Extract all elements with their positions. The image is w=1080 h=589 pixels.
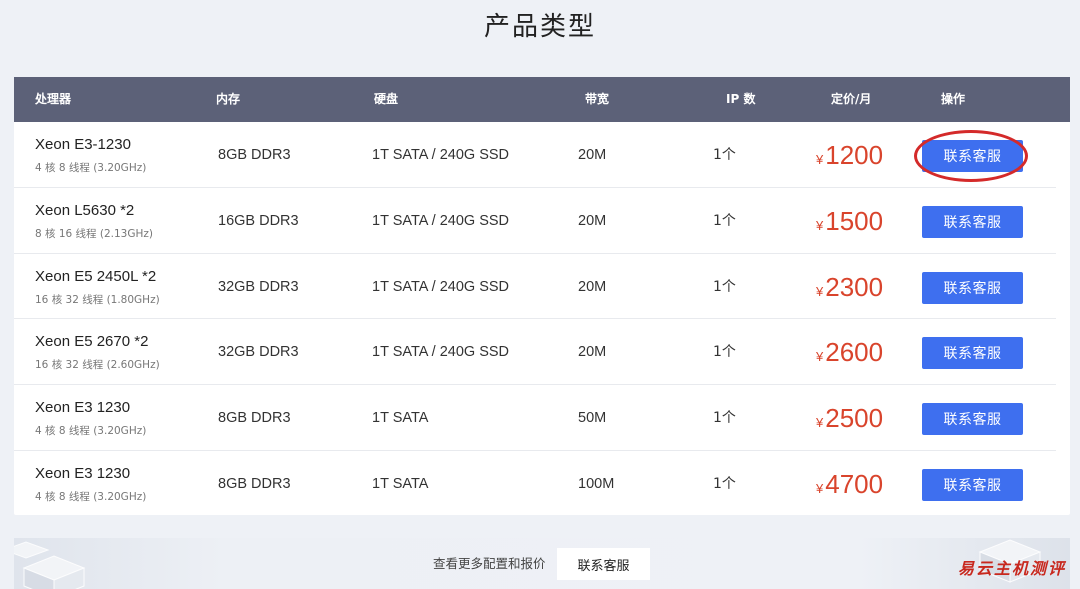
price-cell: ¥1500	[816, 188, 883, 259]
ip-cell: 1个	[713, 410, 736, 427]
table-body: Xeon E3-1230 4 核 8 线程 (3.20GHz) 8GB DDR3…	[14, 122, 1070, 517]
ip-cell: 1个	[713, 278, 736, 295]
cpu-detail: 16 核 32 线程 (2.60GHz)	[35, 359, 160, 372]
contact-support-button[interactable]: 联系客服	[922, 337, 1023, 370]
price-cell: ¥4700	[816, 451, 883, 522]
memory-cell: 8GB DDR3	[218, 147, 291, 163]
cpu-detail: 8 核 16 线程 (2.13GHz)	[35, 227, 154, 240]
bandwidth-cell: 20M	[578, 147, 607, 163]
table-header: 处理器 内存 硬盘 带宽 IP 数 定价/月 操作	[14, 77, 1070, 122]
currency-symbol: ¥	[816, 283, 824, 299]
cpu-detail: 4 核 8 线程 (3.20GHz)	[35, 425, 147, 438]
table-row: Xeon E3 1230 4 核 8 线程 (3.20GHz) 8GB DDR3…	[14, 385, 1056, 451]
price-cell: ¥1200	[816, 122, 883, 193]
currency-symbol: ¥	[816, 415, 824, 431]
disk-cell: 1T SATA / 240G SSD	[372, 147, 510, 163]
contact-support-button[interactable]: 联系客服	[922, 140, 1023, 172]
price-value: 4700	[825, 468, 884, 499]
price-cell: ¥2500	[816, 385, 883, 456]
disk-cell: 1T SATA / 240G SSD	[372, 212, 510, 229]
table-row: Xeon L5630 *2 8 核 16 线程 (2.13GHz) 16GB D…	[14, 188, 1056, 254]
more-quotes-text: 查看更多配置和报价	[433, 556, 546, 571]
price-cell: ¥2300	[816, 254, 883, 325]
page-title: 产品类型	[483, 12, 596, 42]
bandwidth-cell: 20M	[578, 212, 607, 229]
product-table: 处理器 内存 硬盘 带宽 IP 数 定价/月 操作 Xeon E3-1230 4…	[14, 77, 1070, 515]
contact-support-button[interactable]: 联系客服	[922, 271, 1023, 304]
memory-cell: 16GB DDR3	[218, 212, 299, 229]
cpu-name: Xeon E3 1230	[35, 464, 131, 482]
memory-cell: 32GB DDR3	[218, 344, 299, 361]
disk-cell: 1T SATA	[372, 410, 429, 427]
table-row: Xeon E3 1230 4 核 8 线程 (3.20GHz) 8GB DDR3…	[14, 451, 1056, 517]
bandwidth-cell: 20M	[578, 344, 607, 361]
ip-cell: 1个	[713, 344, 736, 361]
cpu-name: Xeon E3 1230	[35, 399, 131, 417]
table-row: Xeon E5 2450L *2 16 核 32 线程 (1.80GHz) 32…	[14, 254, 1056, 320]
contact-support-button[interactable]: 联系客服	[922, 403, 1023, 436]
bandwidth-cell: 20M	[578, 278, 607, 295]
currency-symbol: ¥	[816, 480, 824, 496]
memory-cell: 8GB DDR3	[218, 410, 291, 427]
table-row: Xeon E5 2670 *2 16 核 32 线程 (2.60GHz) 32G…	[14, 319, 1056, 386]
header-bandwidth: 带宽	[585, 92, 610, 106]
decorative-cubes-left	[14, 538, 144, 589]
currency-symbol: ¥	[816, 152, 824, 167]
contact-support-button[interactable]: 联系客服	[922, 205, 1023, 238]
bandwidth-cell: 100M	[578, 475, 615, 492]
ip-cell: 1个	[713, 475, 736, 492]
header-cpu: 处理器	[35, 92, 72, 106]
header-memory: 内存	[216, 92, 241, 106]
bandwidth-cell: 50M	[578, 410, 607, 427]
header-price: 定价/月	[831, 92, 872, 106]
cpu-detail: 16 核 32 线程 (1.80GHz)	[35, 293, 160, 306]
header-disk: 硬盘	[374, 92, 399, 106]
cpu-name: Xeon L5630 *2	[35, 201, 135, 219]
price-value: 2500	[825, 403, 884, 434]
disk-cell: 1T SATA	[372, 475, 429, 492]
ip-cell: 1个	[713, 147, 736, 163]
cpu-detail: 4 核 8 线程 (3.20GHz)	[35, 162, 147, 174]
price-value: 2600	[825, 337, 884, 368]
currency-symbol: ¥	[816, 349, 824, 365]
disk-cell: 1T SATA / 240G SSD	[372, 344, 510, 361]
contact-support-button[interactable]: 联系客服	[922, 468, 1023, 501]
footer-contact-support-button[interactable]: 联系客服	[557, 548, 650, 580]
ip-cell: 1个	[713, 212, 736, 229]
cpu-name: Xeon E3-1230	[35, 136, 131, 153]
watermark-text: 易云主机测评	[957, 559, 1066, 578]
cpu-name: Xeon E5 2450L *2	[35, 267, 157, 285]
disk-cell: 1T SATA / 240G SSD	[372, 278, 510, 295]
table-row: Xeon E3-1230 4 核 8 线程 (3.20GHz) 8GB DDR3…	[14, 122, 1056, 188]
memory-cell: 8GB DDR3	[218, 475, 291, 492]
currency-symbol: ¥	[816, 217, 824, 233]
price-value: 1500	[825, 205, 884, 236]
header-action: 操作	[941, 92, 966, 106]
price-value: 2300	[825, 271, 884, 302]
more-quotes-bar: 查看更多配置和报价 联系客服	[14, 538, 1070, 589]
cpu-name: Xeon E5 2670 *2	[35, 333, 149, 351]
cpu-detail: 4 核 8 线程 (3.20GHz)	[35, 490, 147, 503]
price-cell: ¥2600	[816, 319, 883, 390]
price-value: 1200	[825, 140, 884, 170]
memory-cell: 32GB DDR3	[218, 278, 299, 295]
header-ip: IP 数	[726, 92, 756, 106]
